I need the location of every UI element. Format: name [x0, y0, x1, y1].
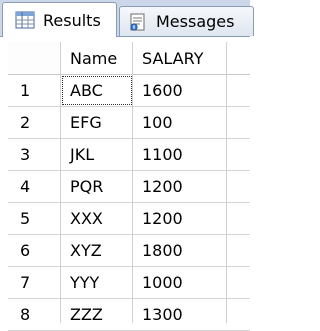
row-number[interactable]: 6 — [20, 235, 30, 266]
cell-name[interactable]: PQR — [70, 171, 103, 202]
tab-messages-label: Messages — [156, 12, 235, 31]
tab-messages[interactable]: Messages — [119, 6, 254, 36]
table-row[interactable]: 8 ZZZ 1300 — [8, 299, 250, 331]
selected-cell-outline — [62, 76, 132, 105]
cell-salary[interactable]: 1000 — [142, 267, 183, 298]
column-divider — [60, 42, 61, 323]
cell-name[interactable]: ZZZ — [70, 299, 103, 330]
cell-salary[interactable]: 1200 — [142, 171, 183, 202]
cell-name[interactable]: XYZ — [70, 235, 102, 266]
table-row[interactable]: 5 XXX 1200 — [8, 203, 250, 235]
grid-icon — [15, 11, 35, 29]
cell-salary[interactable]: 1100 — [142, 139, 183, 170]
table-row[interactable]: 4 PQR 1200 — [8, 171, 250, 203]
results-pane: Results Messages Name SALARY 1 ABC 1600 — [0, 0, 254, 331]
cell-salary[interactable]: 1600 — [142, 75, 183, 106]
table-row[interactable]: 1 ABC 1600 — [8, 75, 250, 107]
row-number[interactable]: 3 — [20, 139, 30, 170]
cell-salary[interactable]: 1800 — [142, 235, 183, 266]
column-divider — [226, 42, 227, 323]
results-grid: Name SALARY 1 ABC 1600 2 EFG 100 3 JKL 1… — [8, 42, 250, 331]
cell-name[interactable]: EFG — [70, 107, 102, 138]
tab-results-label: Results — [43, 10, 101, 30]
cell-name[interactable]: YYY — [70, 267, 99, 298]
table-row[interactable]: 7 YYY 1000 — [8, 267, 250, 299]
column-header-name[interactable]: Name — [70, 42, 117, 74]
tab-results[interactable]: Results — [2, 2, 117, 37]
table-row[interactable]: 2 EFG 100 — [8, 107, 250, 139]
row-number[interactable]: 2 — [20, 107, 30, 138]
tab-strip: Results Messages — [0, 0, 254, 37]
cell-name[interactable]: JKL — [70, 139, 94, 170]
row-number[interactable]: 7 — [20, 267, 30, 298]
column-header-salary[interactable]: SALARY — [142, 42, 204, 74]
cell-salary[interactable]: 1200 — [142, 203, 183, 234]
grid-corner-cell[interactable] — [8, 42, 60, 74]
cell-salary[interactable]: 1300 — [142, 299, 183, 330]
row-number[interactable]: 8 — [20, 299, 30, 330]
row-number[interactable]: 4 — [20, 171, 30, 202]
cell-salary[interactable]: 100 — [142, 107, 173, 138]
table-row[interactable]: 3 JKL 1100 — [8, 139, 250, 171]
row-number[interactable]: 5 — [20, 203, 30, 234]
messages-icon — [130, 13, 145, 31]
table-row[interactable]: 6 XYZ 1800 — [8, 235, 250, 267]
row-number[interactable]: 1 — [20, 75, 30, 106]
cell-name[interactable]: XXX — [70, 203, 103, 234]
column-divider — [132, 42, 133, 323]
grid-header-row: Name SALARY — [8, 42, 250, 75]
